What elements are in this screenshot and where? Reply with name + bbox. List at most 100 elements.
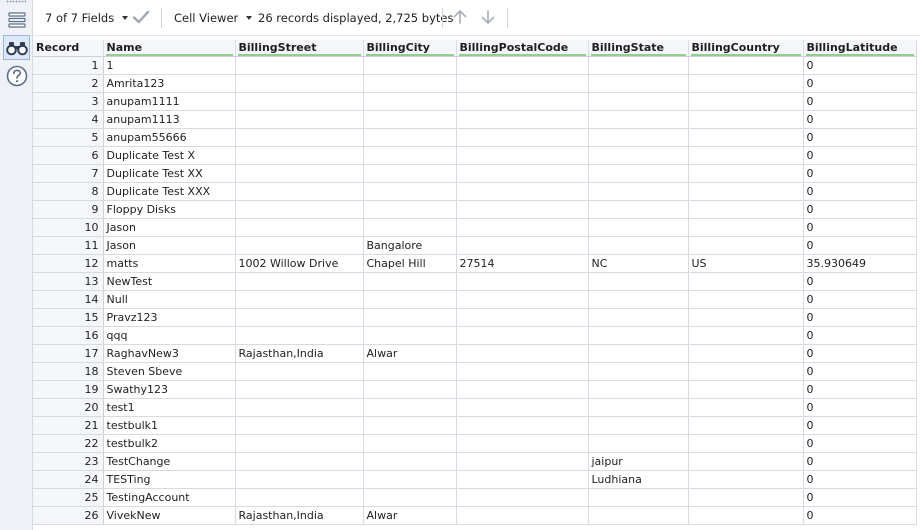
cell-billingcountry[interactable]: [688, 164, 804, 183]
cell-billingstate[interactable]: [588, 74, 689, 93]
table-row[interactable]: 12 matts 1002 Willow Drive Chapel Hill 27514…: [33, 254, 917, 273]
cell-name[interactable]: matts: [103, 254, 236, 273]
cell-billingpostalcode[interactable]: [456, 290, 589, 309]
cell-billingcity[interactable]: Bangalore: [363, 236, 457, 255]
cell-name[interactable]: NewTest: [103, 272, 236, 291]
table-row[interactable]: 6 Duplicate Test X 0: [33, 146, 917, 165]
cell-billinglatitude[interactable]: 0: [803, 290, 917, 309]
cell-billingstate[interactable]: jaipur: [588, 452, 689, 471]
cell-name[interactable]: testbulk1: [103, 416, 236, 435]
cell-billingpostalcode[interactable]: [456, 398, 589, 417]
record-number[interactable]: 18: [33, 362, 104, 381]
cell-billingcountry[interactable]: [688, 434, 804, 453]
cell-name[interactable]: Pravz123: [103, 308, 236, 327]
cell-billingcity[interactable]: [363, 110, 457, 129]
cell-name[interactable]: Jason: [103, 236, 236, 255]
column-header-billingcity[interactable]: BillingCity: [363, 40, 457, 57]
cell-billinglatitude[interactable]: 0: [803, 398, 917, 417]
record-number[interactable]: 11: [33, 236, 104, 255]
cell-billinglatitude[interactable]: 0: [803, 182, 917, 201]
cell-billingcountry[interactable]: [688, 362, 804, 381]
table-row[interactable]: 26 VivekNew Rajasthan,India Alwar 0: [33, 506, 917, 525]
cell-billingcity[interactable]: [363, 218, 457, 237]
cell-billingcity[interactable]: [363, 434, 457, 453]
previous-button[interactable]: [452, 0, 468, 36]
cell-billingcountry[interactable]: [688, 488, 804, 507]
cell-billinglatitude[interactable]: 0: [803, 56, 917, 75]
cell-billingstreet[interactable]: [235, 488, 364, 507]
table-row[interactable]: 8 Duplicate Test XXX 0: [33, 182, 917, 201]
cell-billingpostalcode[interactable]: [456, 344, 589, 363]
cell-billinglatitude[interactable]: 0: [803, 362, 917, 381]
record-number[interactable]: 14: [33, 290, 104, 309]
cell-billingstate[interactable]: [588, 92, 689, 111]
record-number[interactable]: 20: [33, 398, 104, 417]
cell-billingcity[interactable]: Chapel Hill: [363, 254, 457, 273]
cell-billinglatitude[interactable]: 0: [803, 200, 917, 219]
cell-billingcity[interactable]: [363, 146, 457, 165]
cell-billingstate[interactable]: [588, 164, 689, 183]
cell-billingstreet[interactable]: [235, 164, 364, 183]
cell-billingstate[interactable]: [588, 146, 689, 165]
cell-name[interactable]: TESTing: [103, 470, 236, 489]
cell-billingstreet[interactable]: [235, 182, 364, 201]
rail-grip[interactable]: [6, 0, 26, 3]
cell-billingstreet[interactable]: [235, 380, 364, 399]
fields-dropdown[interactable]: 7 of 7 Fields: [45, 0, 129, 36]
cell-billingcountry[interactable]: [688, 416, 804, 435]
table-row[interactable]: 20 test1 0: [33, 398, 917, 417]
browse-tool-button[interactable]: [3, 35, 30, 60]
cell-billingcity[interactable]: [363, 308, 457, 327]
cell-name[interactable]: Duplicate Test XX: [103, 164, 236, 183]
cell-billingcountry[interactable]: [688, 182, 804, 201]
cell-billingstate[interactable]: [588, 308, 689, 327]
table-row[interactable]: 11 0: [33, 56, 917, 75]
cell-billingstreet[interactable]: [235, 56, 364, 75]
cell-billingcountry[interactable]: [688, 452, 804, 471]
cell-billingcity[interactable]: [363, 182, 457, 201]
cell-billingpostalcode[interactable]: [456, 182, 589, 201]
cell-billingstate[interactable]: [588, 380, 689, 399]
cell-billingpostalcode[interactable]: [456, 452, 589, 471]
cell-billingstate[interactable]: [588, 110, 689, 129]
cell-billingstate[interactable]: [588, 290, 689, 309]
help-button[interactable]: [3, 63, 30, 88]
cell-billingstreet[interactable]: [235, 236, 364, 255]
cell-billingstreet[interactable]: [235, 128, 364, 147]
cell-billingstreet[interactable]: Rajasthan,India: [235, 506, 364, 525]
cell-billingstate[interactable]: [588, 128, 689, 147]
column-header-name[interactable]: Name: [103, 40, 236, 57]
list-view-button[interactable]: [3, 7, 30, 32]
cell-billingpostalcode[interactable]: 27514: [456, 254, 589, 273]
record-number[interactable]: 25: [33, 488, 104, 507]
cell-name[interactable]: RaghavNew3: [103, 344, 236, 363]
cell-billingstate[interactable]: [588, 182, 689, 201]
cell-billingcity[interactable]: [363, 380, 457, 399]
cell-billingpostalcode[interactable]: [456, 272, 589, 291]
record-number[interactable]: 15: [33, 308, 104, 327]
column-header-billingpostalcode[interactable]: BillingPostalCode: [456, 40, 589, 57]
cell-name[interactable]: Duplicate Test XXX: [103, 182, 236, 201]
record-number[interactable]: 17: [33, 344, 104, 363]
cell-billingstreet[interactable]: [235, 362, 364, 381]
cell-billingcountry[interactable]: [688, 344, 804, 363]
cell-billinglatitude[interactable]: 0: [803, 416, 917, 435]
cell-billingstate[interactable]: [588, 362, 689, 381]
cell-billinglatitude[interactable]: 0: [803, 452, 917, 471]
cell-billingcity[interactable]: [363, 470, 457, 489]
record-number[interactable]: 1: [33, 56, 104, 75]
cell-billingcountry[interactable]: [688, 128, 804, 147]
cell-billinglatitude[interactable]: 0: [803, 92, 917, 111]
cell-billingstate[interactable]: [588, 344, 689, 363]
record-number[interactable]: 23: [33, 452, 104, 471]
cell-billingcountry[interactable]: US: [688, 254, 804, 273]
cell-billingcountry[interactable]: [688, 146, 804, 165]
cell-billingpostalcode[interactable]: [456, 326, 589, 345]
cell-billinglatitude[interactable]: 0: [803, 434, 917, 453]
cell-name[interactable]: anupam55666: [103, 128, 236, 147]
cell-billingcity[interactable]: [363, 164, 457, 183]
record-number[interactable]: 24: [33, 470, 104, 489]
cell-billingstate[interactable]: [588, 272, 689, 291]
cell-billingpostalcode[interactable]: [456, 200, 589, 219]
cell-billingcity[interactable]: [363, 416, 457, 435]
